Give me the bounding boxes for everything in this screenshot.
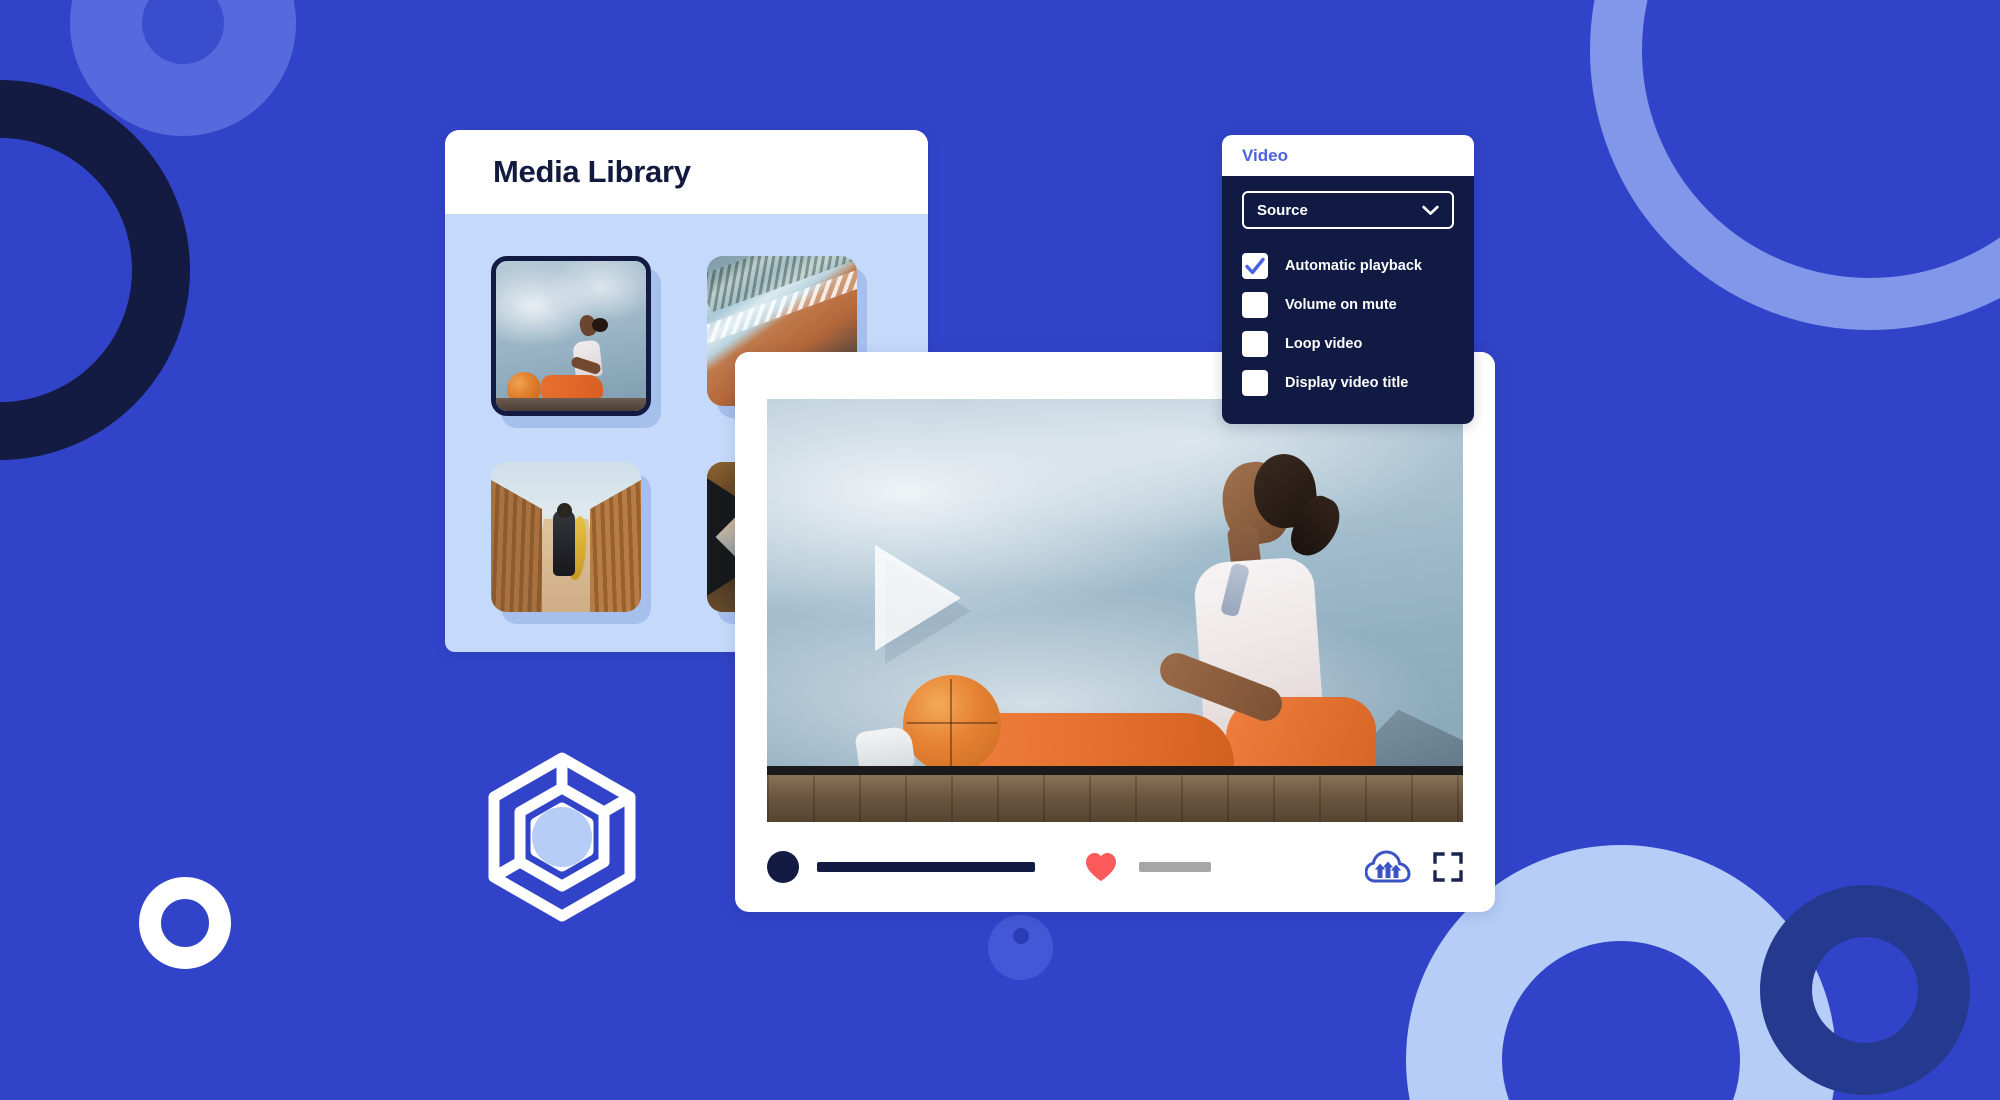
play-triangle-overlay-icon[interactable] xyxy=(875,545,961,651)
fullscreen-icon[interactable] xyxy=(1433,852,1463,882)
checkbox-label: Automatic playback xyxy=(1285,257,1422,274)
canvas-stage: Media Library Video Source Automatic pla… xyxy=(0,0,2000,1100)
cloudinary-cloud-icon[interactable] xyxy=(1365,850,1411,884)
progress-bar[interactable] xyxy=(817,862,1035,872)
decoration-ring-white-bottom-left xyxy=(139,877,231,969)
video-settings-header: Video xyxy=(1222,135,1474,176)
checkbox-row-volume-on-mute[interactable]: Volume on mute xyxy=(1242,285,1454,324)
checkbox-row-loop-video[interactable]: Loop video xyxy=(1242,324,1454,363)
play-button[interactable] xyxy=(767,851,799,883)
checkbox-volume-on-mute[interactable] xyxy=(1242,291,1268,318)
checkbox-automatic-playback[interactable] xyxy=(1242,252,1268,279)
checkbox-loop-video[interactable] xyxy=(1242,330,1268,357)
checkbox-row-display-video-title[interactable]: Display video title xyxy=(1242,363,1454,402)
page-title: Media Library xyxy=(493,154,691,189)
video-player-card xyxy=(735,352,1495,912)
decoration-ring-darkblue-bottom-right xyxy=(1760,885,1970,1095)
decoration-dot-bottom-center xyxy=(1013,928,1029,944)
chevron-down-icon xyxy=(1422,205,1439,215)
media-thumbnail-athlete-basketball[interactable] xyxy=(491,256,651,416)
media-thumbnail-surfer-fence[interactable] xyxy=(491,462,641,612)
decoration-ring-navy-top-left xyxy=(0,80,190,460)
source-dropdown-value: Source xyxy=(1257,201,1308,219)
panel-title: Video xyxy=(1242,145,1288,165)
video-settings-panel: Video Source Automatic playback Volume o… xyxy=(1222,135,1474,424)
cloudinary-hexagon-logo-icon xyxy=(488,752,636,922)
video-player-controls xyxy=(735,822,1495,912)
checkmark-icon xyxy=(1245,257,1265,274)
source-dropdown[interactable]: Source xyxy=(1242,191,1454,229)
video-settings-body: Source Automatic playback Volume on mute xyxy=(1222,176,1474,424)
decoration-ring-periwinkle-top-right xyxy=(1590,0,2000,330)
checkbox-label: Volume on mute xyxy=(1285,296,1397,313)
thumbnail-image xyxy=(491,462,641,612)
checkbox-row-automatic-playback[interactable]: Automatic playback xyxy=(1242,246,1454,285)
decoration-circle-bottom-center xyxy=(988,915,1053,980)
checkbox-display-video-title[interactable] xyxy=(1242,369,1268,396)
thumbnail-image xyxy=(496,261,646,411)
checkbox-label: Loop video xyxy=(1285,335,1363,352)
volume-bar[interactable] xyxy=(1139,862,1211,872)
checkbox-label: Display video title xyxy=(1285,374,1409,391)
media-library-header: Media Library xyxy=(445,130,928,214)
video-frame-image xyxy=(767,399,1463,822)
heart-icon[interactable] xyxy=(1085,852,1117,882)
video-surface[interactable] xyxy=(767,399,1463,822)
